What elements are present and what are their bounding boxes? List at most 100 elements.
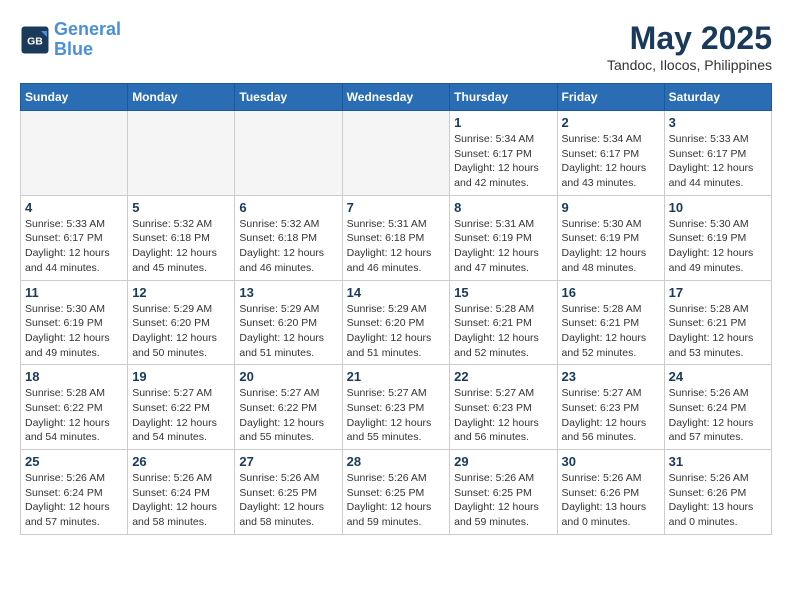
- day-info: Sunrise: 5:27 AM Sunset: 6:22 PM Dayligh…: [132, 386, 230, 445]
- column-header-friday: Friday: [557, 84, 664, 111]
- day-number: 2: [562, 115, 660, 130]
- day-number: 7: [347, 200, 446, 215]
- day-number: 23: [562, 369, 660, 384]
- day-number: 18: [25, 369, 123, 384]
- day-number: 16: [562, 285, 660, 300]
- day-number: 13: [239, 285, 337, 300]
- calendar-cell: 24Sunrise: 5:26 AM Sunset: 6:24 PM Dayli…: [664, 365, 771, 450]
- calendar-cell: 22 Sunrise: 5:27 AM Sunset: 6:23 PM Dayli…: [450, 365, 557, 450]
- day-number: 22: [454, 369, 552, 384]
- column-header-saturday: Saturday: [664, 84, 771, 111]
- column-header-monday: Monday: [128, 84, 235, 111]
- day-number: 28: [347, 454, 446, 469]
- calendar-cell: 1 Sunrise: 5:34 AM Sunset: 6:17 PM Daylig…: [450, 111, 557, 196]
- calendar-cell: 25 Sunrise: 5:26 AM Sunset: 6:24 PM Dayli…: [21, 450, 128, 535]
- page-header: GB General Blue May 2025 Tandoc, Ilocos,…: [20, 20, 772, 73]
- day-info: Sunrise: 5:27 AM Sunset: 6:22 PM Dayligh…: [239, 386, 337, 445]
- calendar-cell: 23Sunrise: 5:27 AM Sunset: 6:23 PM Dayli…: [557, 365, 664, 450]
- calendar-week-row: 11Sunrise: 5:30 AM Sunset: 6:19 PM Dayli…: [21, 280, 772, 365]
- calendar-cell: 30Sunrise: 5:26 AM Sunset: 6:26 PM Dayli…: [557, 450, 664, 535]
- day-info: Sunrise: 5:28 AM Sunset: 6:21 PM Dayligh…: [669, 302, 767, 361]
- calendar-cell: 4 Sunrise: 5:33 AM Sunset: 6:17 PM Daylig…: [21, 195, 128, 280]
- day-info: Sunrise: 5:30 AM Sunset: 6:19 PM Dayligh…: [669, 217, 767, 276]
- calendar-table: SundayMondayTuesdayWednesdayThursdayFrid…: [20, 83, 772, 535]
- day-info: Sunrise: 5:28 AM Sunset: 6:22 PM Dayligh…: [25, 386, 123, 445]
- logo-icon: GB: [20, 25, 50, 55]
- calendar-cell: 14 Sunrise: 5:29 AM Sunset: 6:20 PM Dayli…: [342, 280, 450, 365]
- day-number: 17: [669, 285, 767, 300]
- calendar-cell: [235, 111, 342, 196]
- day-number: 10: [669, 200, 767, 215]
- day-info: Sunrise: 5:31 AM Sunset: 6:19 PM Dayligh…: [454, 217, 552, 276]
- day-info: Sunrise: 5:29 AM Sunset: 6:20 PM Dayligh…: [132, 302, 230, 361]
- calendar-cell: 26Sunrise: 5:26 AM Sunset: 6:24 PM Dayli…: [128, 450, 235, 535]
- day-info: Sunrise: 5:32 AM Sunset: 6:18 PM Dayligh…: [239, 217, 337, 276]
- day-number: 29: [454, 454, 552, 469]
- calendar-cell: [21, 111, 128, 196]
- day-number: 14: [347, 285, 446, 300]
- column-header-tuesday: Tuesday: [235, 84, 342, 111]
- day-number: 3: [669, 115, 767, 130]
- day-number: 8: [454, 200, 552, 215]
- day-number: 4: [25, 200, 123, 215]
- calendar-cell: 11Sunrise: 5:30 AM Sunset: 6:19 PM Dayli…: [21, 280, 128, 365]
- day-info: Sunrise: 5:31 AM Sunset: 6:18 PM Dayligh…: [347, 217, 446, 276]
- day-number: 31: [669, 454, 767, 469]
- day-number: 25: [25, 454, 123, 469]
- calendar-cell: 10 Sunrise: 5:30 AM Sunset: 6:19 PM Dayli…: [664, 195, 771, 280]
- calendar-cell: 29 Sunrise: 5:26 AM Sunset: 6:25 PM Dayli…: [450, 450, 557, 535]
- day-info: Sunrise: 5:26 AM Sunset: 6:26 PM Dayligh…: [669, 471, 767, 530]
- calendar-cell: 16 Sunrise: 5:28 AM Sunset: 6:21 PM Dayli…: [557, 280, 664, 365]
- day-info: Sunrise: 5:29 AM Sunset: 6:20 PM Dayligh…: [239, 302, 337, 361]
- day-info: Sunrise: 5:27 AM Sunset: 6:23 PM Dayligh…: [347, 386, 446, 445]
- day-number: 24: [669, 369, 767, 384]
- calendar-cell: 8 Sunrise: 5:31 AM Sunset: 6:19 PM Daylig…: [450, 195, 557, 280]
- calendar-cell: 20 Sunrise: 5:27 AM Sunset: 6:22 PM Dayli…: [235, 365, 342, 450]
- calendar-week-row: 1 Sunrise: 5:34 AM Sunset: 6:17 PM Daylig…: [21, 111, 772, 196]
- day-info: Sunrise: 5:26 AM Sunset: 6:24 PM Dayligh…: [25, 471, 123, 530]
- day-number: 12: [132, 285, 230, 300]
- location: Tandoc, Ilocos, Philippines: [607, 57, 772, 73]
- day-info: Sunrise: 5:34 AM Sunset: 6:17 PM Dayligh…: [454, 132, 552, 191]
- day-info: Sunrise: 5:26 AM Sunset: 6:26 PM Dayligh…: [562, 471, 660, 530]
- day-info: Sunrise: 5:28 AM Sunset: 6:21 PM Dayligh…: [562, 302, 660, 361]
- day-number: 27: [239, 454, 337, 469]
- logo-text: General Blue: [54, 20, 121, 60]
- day-info: Sunrise: 5:34 AM Sunset: 6:17 PM Dayligh…: [562, 132, 660, 191]
- day-info: Sunrise: 5:32 AM Sunset: 6:18 PM Dayligh…: [132, 217, 230, 276]
- day-info: Sunrise: 5:27 AM Sunset: 6:23 PM Dayligh…: [454, 386, 552, 445]
- column-header-sunday: Sunday: [21, 84, 128, 111]
- column-header-wednesday: Wednesday: [342, 84, 450, 111]
- day-number: 1: [454, 115, 552, 130]
- calendar-cell: 7 Sunrise: 5:31 AM Sunset: 6:18 PM Daylig…: [342, 195, 450, 280]
- calendar-cell: 19 Sunrise: 5:27 AM Sunset: 6:22 PM Dayli…: [128, 365, 235, 450]
- day-info: Sunrise: 5:30 AM Sunset: 6:19 PM Dayligh…: [562, 217, 660, 276]
- calendar-cell: [342, 111, 450, 196]
- calendar-cell: 27 Sunrise: 5:26 AM Sunset: 6:25 PM Dayli…: [235, 450, 342, 535]
- calendar-week-row: 18 Sunrise: 5:28 AM Sunset: 6:22 PM Dayli…: [21, 365, 772, 450]
- day-info: Sunrise: 5:33 AM Sunset: 6:17 PM Dayligh…: [25, 217, 123, 276]
- title-block: May 2025 Tandoc, Ilocos, Philippines: [607, 20, 772, 73]
- day-info: Sunrise: 5:26 AM Sunset: 6:25 PM Dayligh…: [454, 471, 552, 530]
- day-number: 9: [562, 200, 660, 215]
- calendar-header-row: SundayMondayTuesdayWednesdayThursdayFrid…: [21, 84, 772, 111]
- calendar-week-row: 4 Sunrise: 5:33 AM Sunset: 6:17 PM Daylig…: [21, 195, 772, 280]
- calendar-cell: 28Sunrise: 5:26 AM Sunset: 6:25 PM Dayli…: [342, 450, 450, 535]
- day-info: Sunrise: 5:33 AM Sunset: 6:17 PM Dayligh…: [669, 132, 767, 191]
- day-info: Sunrise: 5:29 AM Sunset: 6:20 PM Dayligh…: [347, 302, 446, 361]
- calendar-cell: 17 Sunrise: 5:28 AM Sunset: 6:21 PM Dayli…: [664, 280, 771, 365]
- calendar-cell: 31 Sunrise: 5:26 AM Sunset: 6:26 PM Dayli…: [664, 450, 771, 535]
- day-info: Sunrise: 5:26 AM Sunset: 6:25 PM Dayligh…: [239, 471, 337, 530]
- calendar-cell: 12 Sunrise: 5:29 AM Sunset: 6:20 PM Dayli…: [128, 280, 235, 365]
- day-number: 21: [347, 369, 446, 384]
- day-number: 19: [132, 369, 230, 384]
- day-number: 20: [239, 369, 337, 384]
- logo: GB General Blue: [20, 20, 121, 60]
- day-info: Sunrise: 5:28 AM Sunset: 6:21 PM Dayligh…: [454, 302, 552, 361]
- day-info: Sunrise: 5:30 AM Sunset: 6:19 PM Dayligh…: [25, 302, 123, 361]
- column-header-thursday: Thursday: [450, 84, 557, 111]
- svg-text:GB: GB: [27, 35, 43, 47]
- month-year: May 2025: [607, 20, 772, 57]
- calendar-week-row: 25 Sunrise: 5:26 AM Sunset: 6:24 PM Dayli…: [21, 450, 772, 535]
- day-number: 15: [454, 285, 552, 300]
